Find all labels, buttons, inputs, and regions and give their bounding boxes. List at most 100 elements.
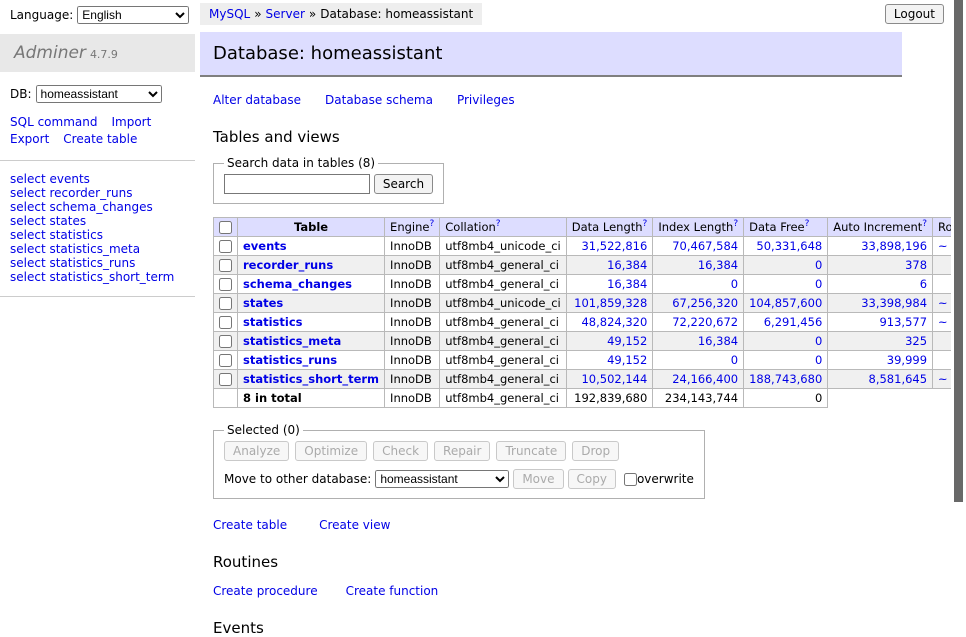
row-checkbox[interactable]	[219, 259, 232, 272]
table-stat-link[interactable]: 378	[905, 258, 927, 272]
drop-button[interactable]: Drop	[572, 441, 619, 461]
sidebar-table-link[interactable]: select states	[10, 214, 187, 228]
totals-row: 8 in totalInnoDButf8mb4_general_ci192,83…	[214, 389, 966, 408]
table-stat-link[interactable]: 6,291,456	[764, 315, 823, 329]
routine-link[interactable]: Create procedure	[213, 584, 318, 598]
table-stat-link[interactable]: 101,859,328	[574, 296, 647, 310]
table-stat-link[interactable]: 33,898,196	[861, 239, 927, 253]
search-button[interactable]: Search	[374, 174, 433, 194]
optimize-button[interactable]: Optimize	[295, 441, 367, 461]
create-link[interactable]: Create table	[213, 518, 287, 532]
column-help-link[interactable]: ?	[496, 219, 501, 229]
table-stat-link[interactable]: 16,384	[607, 277, 647, 291]
breadcrumb-mysql-link[interactable]: MySQL	[209, 7, 250, 21]
language-select[interactable]: English	[77, 6, 189, 24]
table-stat-link[interactable]: 104,857,600	[749, 296, 822, 310]
language-row: Language:English	[0, 0, 195, 24]
main-content: MySQL»Server»Database: homeassistant Dat…	[200, 0, 902, 637]
table-stat-link[interactable]: 33,398,984	[861, 296, 927, 310]
table-stat-link[interactable]: 0	[815, 258, 822, 272]
table-stat-link[interactable]: 10,502,144	[581, 372, 647, 386]
sidebar-table-link[interactable]: select events	[10, 172, 187, 186]
row-checkbox[interactable]	[219, 316, 232, 329]
logout-button[interactable]: Logout	[885, 4, 944, 24]
column-help-link[interactable]: ?	[733, 219, 738, 229]
table-stat-link[interactable]: 39,999	[887, 353, 927, 367]
database-action-link[interactable]: Database schema	[325, 93, 433, 107]
collation-cell: utf8mb4_unicode_ci	[440, 294, 567, 313]
table-stat-link[interactable]: 50,331,648	[756, 239, 822, 253]
scrollbar-thumb[interactable]	[954, 0, 963, 502]
database-action-link[interactable]: Privileges	[457, 93, 515, 107]
sidebar-command-link[interactable]: Import	[111, 114, 151, 131]
check-button[interactable]: Check	[373, 441, 428, 461]
row-select-cell	[214, 294, 238, 313]
sidebar-table-link[interactable]: select statistics_short_term	[10, 270, 187, 284]
table-name-link[interactable]: statistics_meta	[243, 334, 341, 348]
db-select[interactable]: homeassistant	[36, 85, 162, 103]
table-stat-link[interactable]: 49,152	[607, 353, 647, 367]
row-checkbox[interactable]	[219, 240, 232, 253]
row-checkbox[interactable]	[219, 278, 232, 291]
table-stat-link[interactable]: 188,743,680	[749, 372, 822, 386]
table-stat-link[interactable]: 24,166,400	[672, 372, 738, 386]
table-stat-link[interactable]: 0	[731, 353, 738, 367]
sidebar-command-link[interactable]: Create table	[63, 131, 137, 148]
table-stat-link[interactable]: 72,220,672	[672, 315, 738, 329]
sidebar-table-link[interactable]: select statistics	[10, 228, 187, 242]
column-help-link[interactable]: ?	[429, 219, 434, 229]
table-name-link[interactable]: statistics_runs	[243, 353, 337, 367]
table-stat-link[interactable]: 31,522,816	[581, 239, 647, 253]
table-stat-link[interactable]: 70,467,584	[672, 239, 738, 253]
app-logo[interactable]: Adminer4.7.9	[0, 34, 195, 72]
table-name-link[interactable]: events	[243, 239, 287, 253]
row-checkbox[interactable]	[219, 354, 232, 367]
table-stat-link[interactable]: 0	[815, 334, 822, 348]
row-checkbox[interactable]	[219, 335, 232, 348]
table-name-link[interactable]: recorder_runs	[243, 258, 333, 272]
sidebar-command-link[interactable]: Export	[10, 131, 49, 148]
breadcrumb-server-link[interactable]: Server	[266, 7, 305, 21]
copy-button[interactable]: Copy	[568, 469, 616, 489]
column-help-link[interactable]: ?	[643, 219, 648, 229]
table-stat-link[interactable]: 6	[920, 277, 927, 291]
sidebar-table-link[interactable]: select recorder_runs	[10, 186, 187, 200]
routine-link[interactable]: Create function	[346, 584, 439, 598]
repair-button[interactable]: Repair	[434, 441, 490, 461]
overwrite-checkbox[interactable]	[624, 473, 637, 486]
select-all-checkbox[interactable]	[219, 221, 232, 234]
select-all-header	[214, 218, 238, 237]
database-action-link[interactable]: Alter database	[213, 93, 301, 107]
sidebar-table-link[interactable]: select statistics_meta	[10, 242, 187, 256]
sidebar-table-link[interactable]: select statistics_runs	[10, 256, 187, 270]
search-input[interactable]	[224, 174, 370, 194]
table-stat-link[interactable]: 325	[905, 334, 927, 348]
vertical-scrollbar[interactable]	[951, 0, 966, 543]
table-stat-link[interactable]: 8,581,645	[869, 372, 928, 386]
move-button[interactable]: Move	[513, 469, 563, 489]
table-stat-link[interactable]: 0	[815, 353, 822, 367]
table-stat-link[interactable]: 48,824,320	[581, 315, 647, 329]
table-stat-link[interactable]: 49,152	[607, 334, 647, 348]
table-stat-link[interactable]: 913,577	[879, 315, 927, 329]
sidebar-command-link[interactable]: SQL command	[10, 114, 97, 131]
analyze-button[interactable]: Analyze	[224, 441, 289, 461]
create-link[interactable]: Create view	[319, 518, 390, 532]
truncate-button[interactable]: Truncate	[496, 441, 566, 461]
table-name-link[interactable]: states	[243, 296, 283, 310]
table-name-link[interactable]: schema_changes	[243, 277, 352, 291]
column-help-link[interactable]: ?	[922, 219, 927, 229]
table-stat-link[interactable]: 16,384	[698, 334, 738, 348]
sidebar-table-link[interactable]: select schema_changes	[10, 200, 187, 214]
move-db-select[interactable]: homeassistant	[375, 470, 509, 488]
table-stat-link[interactable]: 0	[815, 277, 822, 291]
table-name-link[interactable]: statistics	[243, 315, 303, 329]
table-stat-link[interactable]: 67,256,320	[672, 296, 738, 310]
table-name-link[interactable]: statistics_short_term	[243, 372, 379, 386]
table-stat-link[interactable]: 16,384	[607, 258, 647, 272]
column-help-link[interactable]: ?	[805, 219, 810, 229]
table-stat-link[interactable]: 0	[731, 277, 738, 291]
table-stat-link[interactable]: 16,384	[698, 258, 738, 272]
row-checkbox[interactable]	[219, 297, 232, 310]
row-checkbox[interactable]	[219, 373, 232, 386]
